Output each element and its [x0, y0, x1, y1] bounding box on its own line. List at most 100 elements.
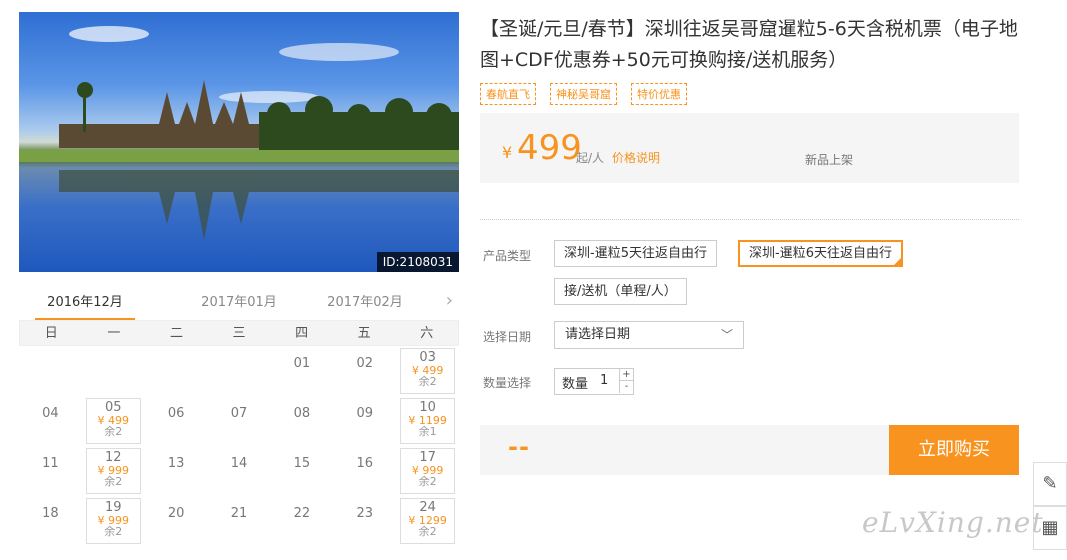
calendar-day: 18 — [19, 496, 82, 546]
calendar-day-number: 04 — [42, 406, 59, 421]
calendar-day-number: 08 — [293, 406, 311, 421]
calendar-day: 06 — [145, 396, 208, 446]
calendar-day-available[interactable]: 12 ¥ 999 余2 — [82, 446, 145, 496]
weekday-label: 二 — [169, 326, 183, 341]
price-amount: 499 — [517, 128, 582, 168]
type-option-6day[interactable]: 深圳-暹粒6天往返自由行 — [738, 240, 903, 267]
calendar-day-number — [82, 346, 145, 356]
price-unit: 起/人 — [576, 151, 605, 165]
product-id-badge: ID:2108031 — [376, 252, 459, 272]
calendar-day-number: 13 — [167, 456, 185, 471]
calendar-day-available[interactable]: 03 ¥ 499 余2 — [396, 346, 459, 396]
type-label: 产品类型 — [483, 249, 532, 263]
calendar-week-row: 01 02 03 ¥ 499 余2 — [19, 346, 459, 396]
calendar-day: 14 — [208, 446, 271, 496]
total-price: -- — [508, 433, 530, 461]
quantity-stepper: 数量 1 + - — [554, 368, 634, 395]
qty-inner-label: 数量 — [562, 377, 589, 392]
calendar-week-row: 04 05 ¥ 499 余2 06 07 08 09 10 ¥ 1199 余1 — [19, 396, 459, 446]
product-image: ID:2108031 — [19, 12, 459, 272]
calendar-day-number: 01 — [293, 356, 311, 371]
weekday-label: 三 — [232, 326, 246, 341]
calendar-day: 09 — [333, 396, 396, 446]
calendar-day-number: 02 — [356, 356, 373, 371]
calendar-day: 22 — [270, 496, 333, 546]
qty-plus-button[interactable]: + — [619, 369, 633, 381]
product-title: 【圣诞/元旦/春节】深圳往返吴哥窟暹粒5-6天含税机票（电子地图+CDF优惠券+… — [480, 18, 1018, 71]
month-tabs: 2016年12月 2017年01月 2017年02月 › — [19, 285, 459, 321]
calendar-day-number — [208, 346, 271, 356]
calendar-day-stock: 余1 — [418, 425, 437, 438]
calendar-day-number: 07 — [230, 406, 248, 421]
calendar-day: 20 — [145, 496, 208, 546]
price-box: ¥ 499 起/人 价格说明 新品上架 — [480, 113, 1019, 183]
calendar-day-number — [19, 346, 82, 356]
qty-input[interactable]: 1 — [600, 373, 608, 388]
calendar-day — [19, 346, 82, 396]
calendar-day-stock: 余2 — [418, 375, 437, 388]
calendar-day-number: 11 — [42, 456, 59, 471]
calendar-day-number: 12 — [105, 450, 122, 465]
calendar-day: 15 — [270, 446, 333, 496]
calendar-day: 01 — [270, 346, 333, 396]
type-option-transfer[interactable]: 接/送机（单程/人） — [554, 278, 687, 305]
chevron-right-icon[interactable]: › — [446, 290, 453, 311]
chevron-down-icon: ﹀ — [720, 328, 733, 342]
divider — [480, 219, 1019, 220]
calendar-day-number: 22 — [293, 506, 311, 521]
tag-badge: 神秘吴哥窟 — [550, 83, 617, 105]
calendar-day: 23 — [333, 496, 396, 546]
calendar-day-stock: 余2 — [418, 525, 437, 538]
tab-month-3[interactable]: 2017年02月 — [315, 291, 415, 321]
calendar-day-number: 17 — [419, 450, 436, 465]
new-product-label: 新品上架 — [805, 153, 854, 167]
calendar-day-number: 18 — [42, 506, 59, 521]
weekday-label: 六 — [420, 326, 434, 341]
calendar-day-number: 06 — [167, 406, 185, 421]
tab-month-2[interactable]: 2017年01月 — [189, 291, 289, 321]
calendar: 日 一 二 三 四 五 六 01 02 03 ¥ 499 余2 04 05 ¥ 499 余2 06… — [19, 320, 459, 546]
qty-label: 数量选择 — [483, 376, 532, 390]
calendar-day-number: 09 — [356, 406, 373, 421]
calendar-day-number: 10 — [419, 400, 436, 415]
calendar-day: 08 — [270, 396, 333, 446]
type-option-5day[interactable]: 深圳-暹粒5天往返自由行 — [554, 240, 717, 267]
calendar-day-number: 24 — [419, 500, 436, 515]
price-explain-link[interactable]: 价格说明 — [612, 149, 660, 166]
calendar-day — [208, 346, 271, 396]
calendar-day: 21 — [208, 496, 271, 546]
buy-bar: -- 立即购买 — [480, 425, 1019, 475]
calendar-day-number: 21 — [230, 506, 248, 521]
calendar-week-row: 11 12 ¥ 999 余2 13 14 15 16 17 ¥ 999 余2 — [19, 446, 459, 496]
calendar-day-available[interactable]: 10 ¥ 1199 余1 — [396, 396, 459, 446]
calendar-day — [145, 346, 208, 396]
weekday-label: 五 — [357, 326, 371, 341]
tab-month-1[interactable]: 2016年12月 — [35, 291, 135, 321]
calendar-day-number: 19 — [105, 500, 122, 515]
weekday-label: 日 — [44, 326, 58, 341]
calendar-day: 16 — [333, 446, 396, 496]
product-tags: 春航直飞 神秘吴哥窟 特价优惠 — [480, 83, 687, 105]
tag-badge: 特价优惠 — [631, 83, 687, 105]
weekday-label: 四 — [295, 326, 309, 341]
calendar-day-number: 15 — [293, 456, 311, 471]
calendar-day-available[interactable]: 05 ¥ 499 余2 — [82, 396, 145, 446]
calendar-day-stock: 余2 — [104, 425, 123, 438]
tag-badge: 春航直飞 — [480, 83, 536, 105]
calendar-day-available[interactable]: 24 ¥ 1299 余2 — [396, 496, 459, 546]
watermark: eLvXing.net — [862, 506, 1044, 539]
calendar-day-available[interactable]: 17 ¥ 999 余2 — [396, 446, 459, 496]
calendar-day — [82, 346, 145, 396]
qty-minus-button[interactable]: - — [619, 381, 633, 393]
date-select[interactable]: 请选择日期 ﹀ — [554, 321, 744, 349]
calendar-day: 04 — [19, 396, 82, 446]
calendar-day-available[interactable]: 19 ¥ 999 余2 — [82, 496, 145, 546]
calendar-day: 13 — [145, 446, 208, 496]
calendar-day-number: 16 — [356, 456, 373, 471]
calendar-day-number: 03 — [419, 350, 436, 365]
price-currency: ¥ — [502, 143, 513, 162]
calendar-week-row: 18 19 ¥ 999 余2 20 21 22 23 24 ¥ 1299 余2 — [19, 496, 459, 546]
buy-now-button[interactable]: 立即购买 — [889, 425, 1019, 475]
weekday-label: 一 — [107, 326, 121, 341]
edit-icon[interactable]: ✎ — [1033, 462, 1067, 506]
